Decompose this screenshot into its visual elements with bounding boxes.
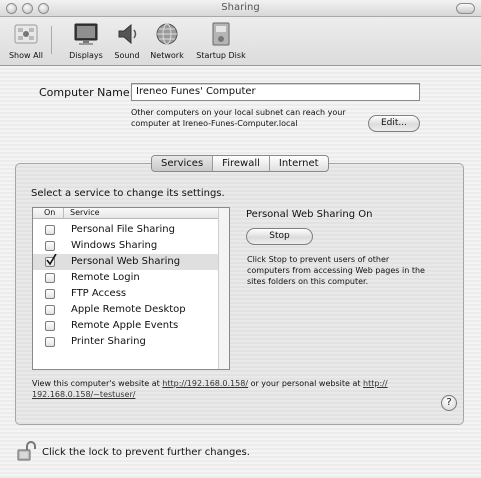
personal-url-link-part-2[interactable]: 192.168.0.158/~testuser/: [32, 390, 135, 399]
toolbar-separator: [51, 26, 52, 54]
column-divider: [63, 208, 64, 219]
service-label: FTP Access: [71, 288, 127, 299]
lock-message: Click the lock to prevent further change…: [42, 447, 250, 458]
startup-disk-label: Startup Disk: [196, 51, 246, 60]
disk-icon: [212, 22, 230, 46]
website-info: View this computer's website at http://1…: [32, 378, 442, 389]
edit-button[interactable]: Edit...: [368, 115, 420, 132]
stop-button[interactable]: Stop: [246, 228, 313, 245]
service-row-apple-remote-desktop[interactable]: Apple Remote Desktop: [33, 302, 219, 318]
list-header: On Service: [33, 208, 219, 219]
displays-button[interactable]: Displays: [66, 20, 106, 65]
service-label: Apple Remote Desktop: [71, 304, 186, 315]
service-checkbox-checked[interactable]: [45, 254, 57, 267]
subnet-note-line-1: Other computers on your local subnet can…: [131, 108, 346, 117]
speaker-icon: [118, 23, 137, 45]
startup-disk-button[interactable]: Startup Disk: [192, 20, 250, 65]
column-on-header[interactable]: On: [44, 208, 55, 218]
services-list[interactable]: On Service Personal File Sharing Windows…: [32, 207, 230, 370]
service-checkbox[interactable]: [45, 337, 55, 347]
service-row-printer-sharing[interactable]: Printer Sharing: [33, 334, 219, 350]
personal-url-link-part-1[interactable]: http://: [363, 379, 388, 388]
stop-desc-line-3: sites folders on this computer.: [247, 277, 369, 286]
service-checkbox[interactable]: [45, 321, 55, 331]
service-checkbox[interactable]: [45, 273, 55, 283]
service-checkbox[interactable]: [45, 289, 55, 299]
service-row-remote-apple-events[interactable]: Remote Apple Events: [33, 318, 219, 334]
computer-name-label: Computer Name:: [39, 86, 134, 99]
column-service-header[interactable]: Service: [70, 208, 100, 218]
website-info-mid: or your personal website at: [250, 379, 361, 388]
service-row-personal-web-sharing[interactable]: Personal Web Sharing: [33, 254, 219, 270]
network-label: Network: [150, 51, 184, 60]
service-label: Personal Web Sharing: [71, 256, 181, 267]
service-row-ftp-access[interactable]: FTP Access: [33, 286, 219, 302]
network-button[interactable]: Network: [147, 20, 187, 65]
list-scrollbar[interactable]: [218, 208, 229, 369]
sound-button[interactable]: Sound: [110, 20, 144, 65]
services-prompt: Select a service to change its settings.: [31, 188, 225, 199]
website-info-line-2: 192.168.0.158/~testuser/: [32, 389, 135, 400]
service-label: Printer Sharing: [71, 336, 146, 347]
title-bar: Sharing: [0, 0, 481, 17]
lock-icon[interactable]: [15, 440, 37, 462]
window-title: Sharing: [221, 2, 260, 13]
tab-internet[interactable]: Internet: [270, 156, 328, 171]
service-label: Remote Login: [71, 272, 140, 283]
tab-firewall[interactable]: Firewall: [213, 156, 270, 171]
service-checkbox[interactable]: [45, 241, 55, 251]
service-label: Windows Sharing: [71, 240, 158, 251]
toolbar: Show All Displays Sound Network Startup …: [0, 17, 481, 66]
website-info-prefix: View this computer's website at: [32, 379, 160, 388]
show-all-label: Show All: [8, 51, 44, 60]
checkmark-icon: [46, 254, 57, 266]
stop-desc-line-2: computers from accessing Web pages in th…: [247, 266, 425, 275]
service-label: Personal File Sharing: [71, 224, 175, 235]
sound-label: Sound: [114, 51, 140, 60]
service-checkbox[interactable]: [45, 305, 55, 315]
help-button[interactable]: ?: [441, 395, 457, 411]
show-all-button[interactable]: Show All: [6, 20, 46, 65]
displays-label: Displays: [69, 51, 103, 60]
tab-services[interactable]: Services: [152, 156, 214, 171]
site-url-link[interactable]: http://192.168.0.158/: [162, 379, 248, 388]
toolbar-toggle-button[interactable]: [456, 3, 475, 14]
subnet-note-line-2: computer at Ireneo-Funes-Computer.local: [131, 119, 298, 128]
globe-icon: [156, 23, 178, 45]
stop-desc-line-1: Click Stop to prevent users of other: [247, 255, 390, 264]
computer-name-field[interactable]: Ireneo Funes' Computer: [131, 83, 420, 101]
service-row-remote-login[interactable]: Remote Login: [33, 270, 219, 286]
service-status: Personal Web Sharing On: [246, 209, 373, 220]
service-row-personal-file-sharing[interactable]: Personal File Sharing: [33, 222, 219, 238]
tab-bar: Services Firewall Internet: [151, 155, 329, 172]
apple-grid-icon: [14, 24, 38, 44]
monitor-icon: [74, 23, 98, 45]
service-row-windows-sharing[interactable]: Windows Sharing: [33, 238, 219, 254]
service-label: Remote Apple Events: [71, 320, 179, 331]
service-checkbox[interactable]: [45, 225, 55, 235]
